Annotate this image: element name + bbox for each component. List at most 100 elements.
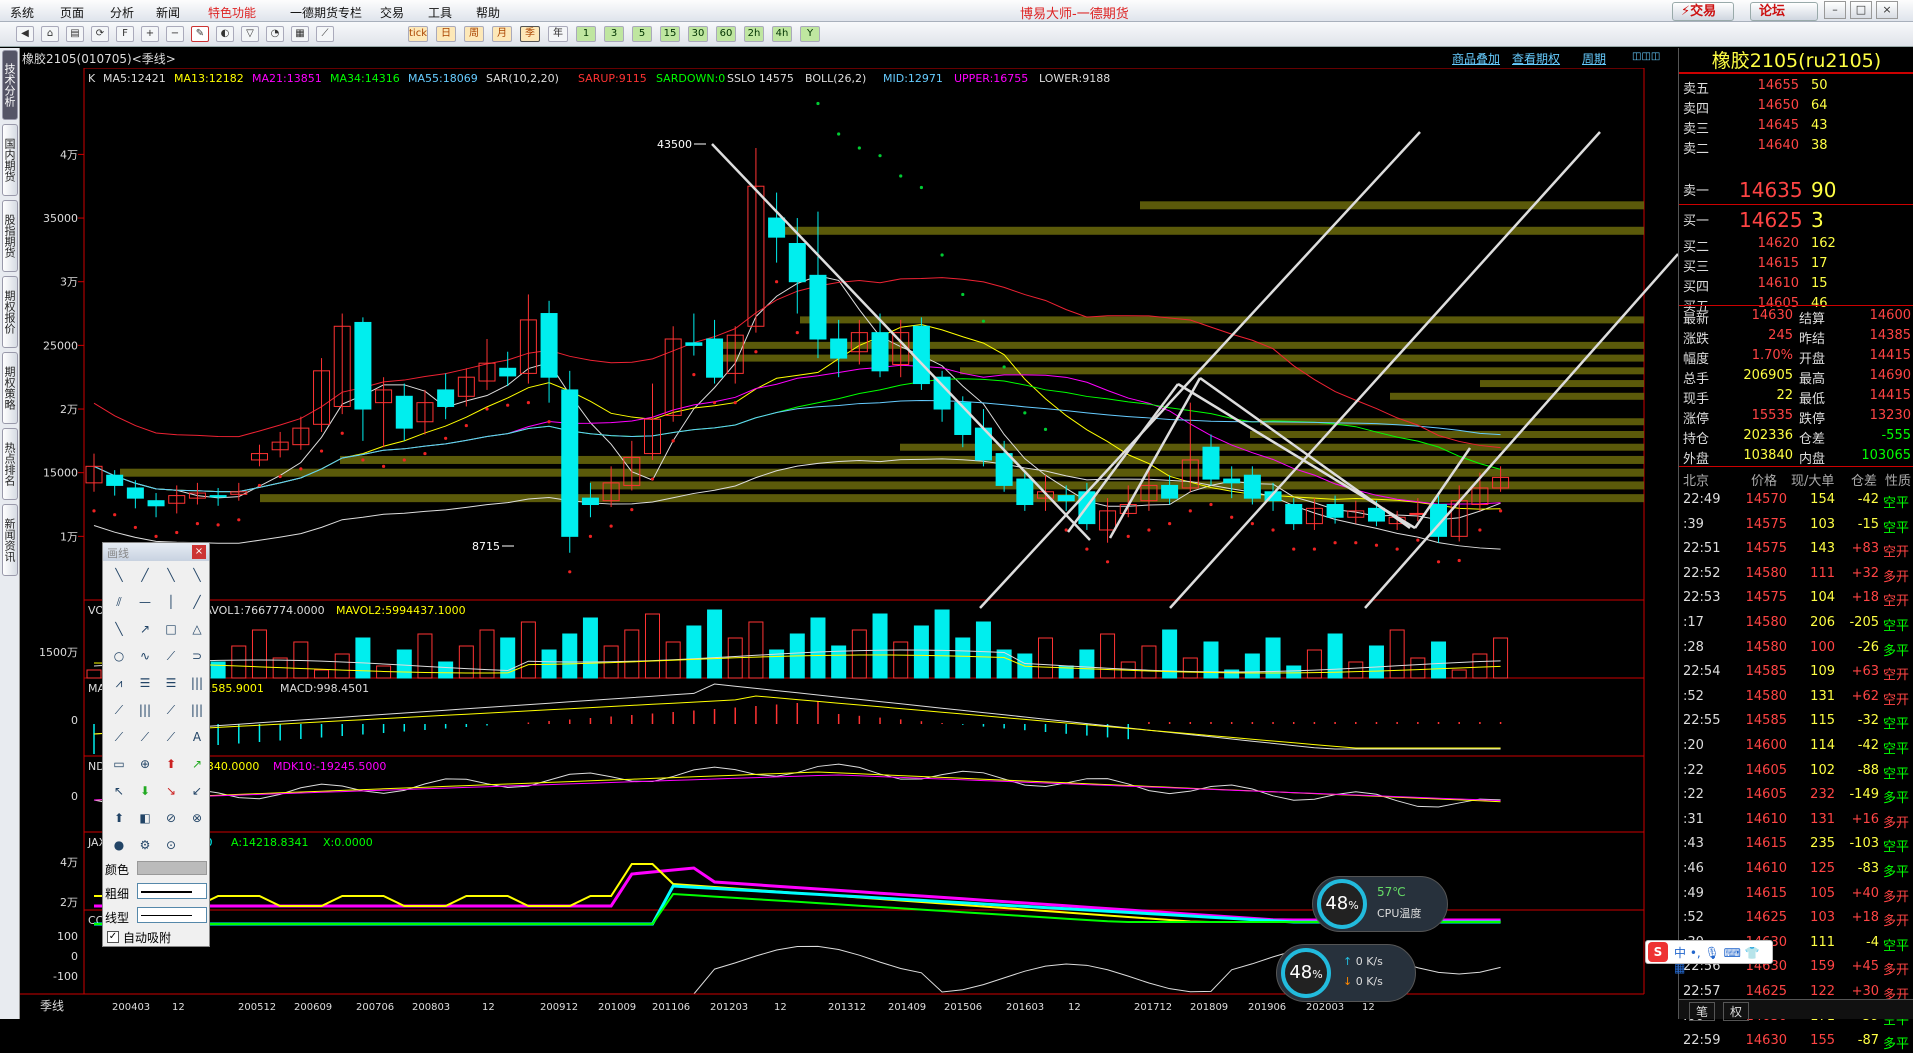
width-select[interactable] xyxy=(137,883,207,899)
menu-item-3[interactable]: 新闻 xyxy=(156,4,180,21)
arrow-line-icon[interactable]: ╲ xyxy=(187,565,207,585)
triangle-icon[interactable]: △ xyxy=(187,619,207,639)
cycle-icon[interactable]: ||| xyxy=(135,700,155,720)
menu-item-8[interactable]: 帮助 xyxy=(476,4,500,21)
ruler-icon[interactable]: ▭ xyxy=(109,754,129,774)
back-icon[interactable]: ◀ xyxy=(16,26,34,42)
pen-icon[interactable]: ✎ xyxy=(191,26,209,42)
settings-icon[interactable]: ⚙ xyxy=(135,835,155,855)
rectangle-icon[interactable]: □ xyxy=(161,619,181,639)
line-tool-icon[interactable]: ╲ xyxy=(109,565,129,585)
left-tab-2[interactable]: 股指期货 xyxy=(2,200,18,272)
channel-icon[interactable]: ⟋ xyxy=(161,646,181,666)
period-button-13[interactable]: 4h xyxy=(772,26,792,42)
slope-line-icon[interactable]: ╲ xyxy=(109,619,129,639)
menu-item-2[interactable]: 分析 xyxy=(110,4,134,21)
target-icon[interactable]: ⊕ xyxy=(135,754,155,774)
left-tab-0[interactable]: 技术分析 xyxy=(2,50,18,120)
period-button-0[interactable]: tick xyxy=(408,26,428,42)
period-button-1[interactable]: 日 xyxy=(436,26,456,42)
menu-item-1[interactable]: 页面 xyxy=(60,4,84,21)
close-icon[interactable]: × xyxy=(192,545,206,559)
period-button-6[interactable]: 1 xyxy=(576,26,596,42)
down-right-arrow-icon[interactable]: ↘ xyxy=(161,781,181,801)
menu-item-5[interactable]: 一德期货专栏 xyxy=(290,4,362,21)
period-button-2[interactable]: 周 xyxy=(464,26,484,42)
text-icon[interactable]: A xyxy=(187,727,207,747)
view-options-link[interactable]: 查看期权 xyxy=(1512,50,1560,67)
linreg-icon[interactable]: ⟋ xyxy=(161,727,181,747)
period-button-9[interactable]: 15 xyxy=(660,26,680,42)
paint-icon[interactable]: ◐ xyxy=(216,26,234,42)
sogou-icon[interactable]: S xyxy=(1648,942,1668,962)
segment-tool-icon[interactable]: ╲ xyxy=(161,565,181,585)
horizontal-line-icon[interactable]: — xyxy=(135,592,155,612)
period-button-7[interactable]: 3 xyxy=(604,26,624,42)
ime-toolbar[interactable]: S 中 •, 🎙 ⌨ 👕 ▦ xyxy=(1645,940,1773,975)
table-icon[interactable]: ▦ xyxy=(291,26,309,42)
book-icon[interactable]: ▤ xyxy=(66,26,84,42)
fibonacci-icon[interactable]: ☰ xyxy=(135,673,155,693)
lock-icon[interactable]: ⊙ xyxy=(161,835,181,855)
pour-icon[interactable]: ◔ xyxy=(266,26,284,42)
f10-icon[interactable]: F xyxy=(116,26,134,42)
left-tab-1[interactable]: 国内期货 xyxy=(2,124,18,196)
period-icon[interactable]: ||| xyxy=(187,700,207,720)
gann-icon[interactable]: ⟋ xyxy=(109,700,129,720)
arc-icon[interactable]: ⊃ xyxy=(187,646,207,666)
chart-icon[interactable]: ⟋ xyxy=(316,26,334,42)
fan-icon[interactable]: ⩘ xyxy=(109,673,129,693)
minimize-icon[interactable]: – xyxy=(1824,1,1846,19)
layout-icons[interactable]: ◫◫◫ xyxy=(1632,51,1660,62)
menu-item-0[interactable]: 系统 xyxy=(10,4,34,21)
left-tab-3[interactable]: 期权报价 xyxy=(2,276,18,348)
home-icon[interactable]: ⌂ xyxy=(41,26,59,42)
grid-icon[interactable]: ||| xyxy=(187,673,207,693)
period-button-5[interactable]: 年 xyxy=(548,26,568,42)
period-button-10[interactable]: 30 xyxy=(688,26,708,42)
golden-icon[interactable]: ⟋ xyxy=(135,727,155,747)
delete-icon[interactable]: ⊗ xyxy=(187,808,207,828)
maximize-icon[interactable]: □ xyxy=(1850,1,1872,19)
vertical-line-icon[interactable]: │ xyxy=(161,592,181,612)
filter-icon[interactable]: ▽ xyxy=(241,26,259,42)
arrow-icon[interactable]: ↗ xyxy=(135,619,155,639)
menu-item-7[interactable]: 工具 xyxy=(428,4,452,21)
color-swatch[interactable] xyxy=(137,861,207,875)
trade-button[interactable]: ⚡交易 xyxy=(1672,2,1734,21)
period-link[interactable]: 周期 xyxy=(1582,50,1606,67)
speed-line-icon[interactable]: ⟋ xyxy=(161,700,181,720)
forum-button[interactable]: 论坛 xyxy=(1750,2,1818,21)
period-button-3[interactable]: 月 xyxy=(492,26,512,42)
period-button-8[interactable]: 5 xyxy=(632,26,652,42)
menu-item-4[interactable]: 特色功能 xyxy=(208,4,256,21)
up-right-arrow-icon[interactable]: ↗ xyxy=(187,754,207,774)
fib-ext-icon[interactable]: ☰ xyxy=(161,673,181,693)
down-left-arrow-icon[interactable]: ↙ xyxy=(187,781,207,801)
left-tab-4[interactable]: 期权策略 xyxy=(2,352,18,424)
period-button-11[interactable]: 60 xyxy=(716,26,736,42)
hide-icon[interactable]: ⊘ xyxy=(161,808,181,828)
ray-tool-icon[interactable]: ╱ xyxy=(135,565,155,585)
parallel-line-icon[interactable]: ⫽ xyxy=(109,592,129,612)
quote-tab-0[interactable]: 笔 xyxy=(1689,1002,1716,1021)
drawing-toolbox[interactable]: 画线 × ╲ ╱ ╲ ╲ ⫽ — │ ╱ ╲ ↗ □ △ ○ ∿ ⟋ ⊃ ⩘ ☰ ☰ ||| ⟋ ||| ⟋ ||| ⟋ ⟋ ⟋ A ▭… xyxy=(102,542,210,947)
ime-icons[interactable]: 中 •, 🎙 ⌨ 👕 ▦ xyxy=(1674,944,1772,975)
up-arrow-icon[interactable]: ⬆ xyxy=(161,754,181,774)
style-select[interactable] xyxy=(137,907,207,923)
left-tab-5[interactable]: 热点排名 xyxy=(2,428,18,500)
ellipse-icon[interactable]: ○ xyxy=(109,646,129,666)
period-button-14[interactable]: Y xyxy=(800,26,820,42)
down-arrow-icon[interactable]: ⬇ xyxy=(135,781,155,801)
zoom-in-icon[interactable]: + xyxy=(141,26,159,42)
andrews-icon[interactable]: ⟋ xyxy=(109,727,129,747)
period-button-12[interactable]: 2h xyxy=(744,26,764,42)
auto-adsorb-checkbox[interactable]: ✓ xyxy=(107,931,119,943)
eye-icon[interactable]: ● xyxy=(109,835,129,855)
chart-area[interactable]: 4万 35000 3万 25000 2万 15000 1万 43500 8715 K MA5:124… xyxy=(20,48,1678,1019)
up-left-arrow-icon[interactable]: ↖ xyxy=(109,781,129,801)
menu-item-6[interactable]: 交易 xyxy=(380,4,404,21)
close-icon[interactable]: × xyxy=(1876,1,1898,19)
mirror-icon[interactable]: ◧ xyxy=(135,808,155,828)
left-tab-6[interactable]: 新闻资讯 xyxy=(2,504,18,576)
